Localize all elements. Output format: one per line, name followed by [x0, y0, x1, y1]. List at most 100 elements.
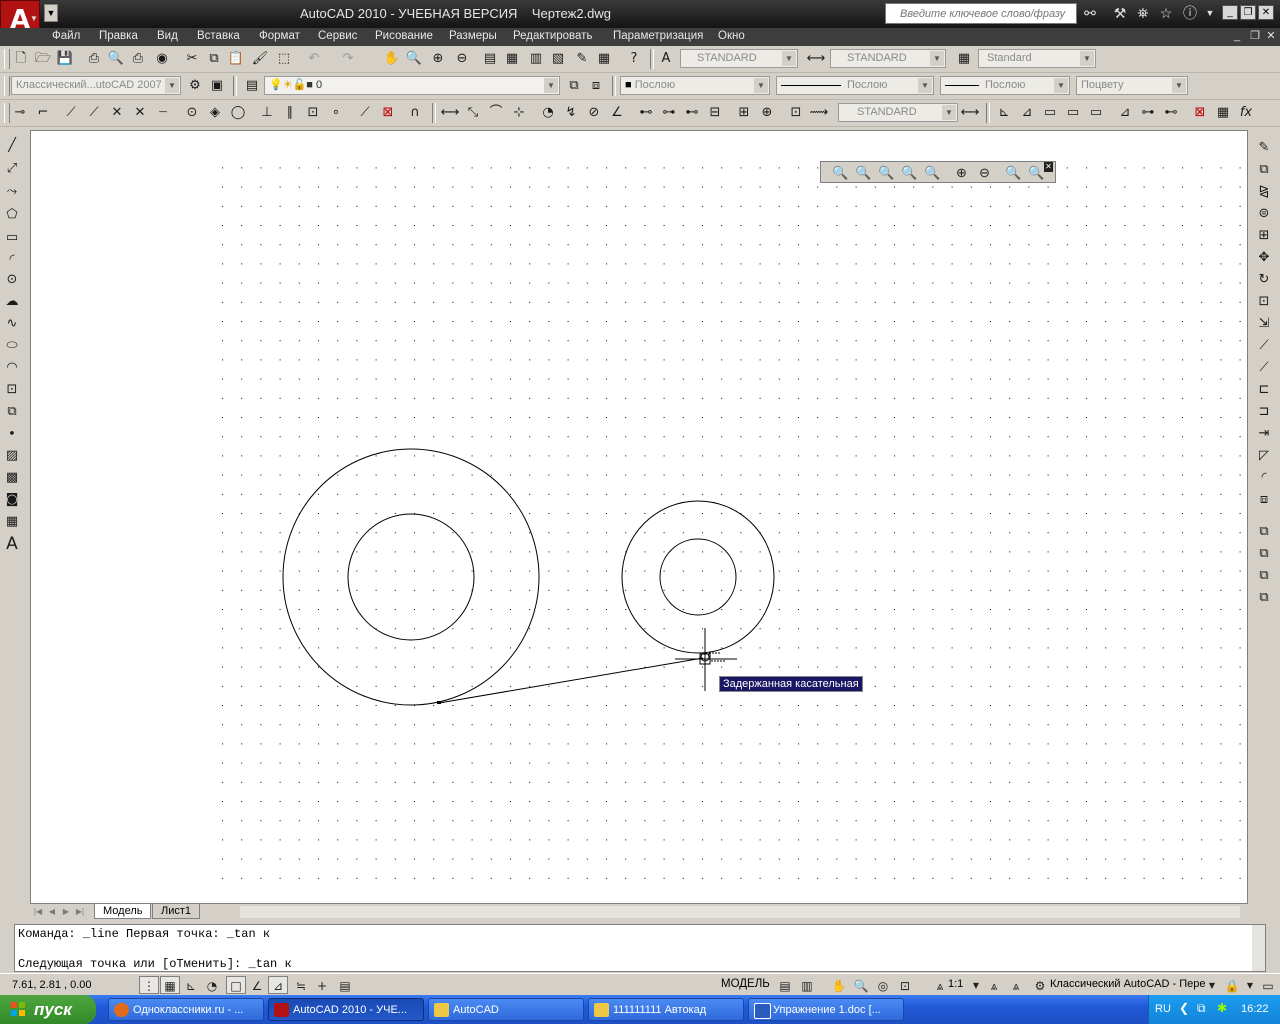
start-button[interactable]: пуск [0, 995, 96, 1024]
rotate-icon[interactable]: ↻ [1254, 270, 1274, 290]
copy-object-icon[interactable]: ⧉ [1254, 160, 1274, 180]
snap-apparent-intersection-icon[interactable]: ✕ [130, 103, 150, 123]
horizontal-scrollbar[interactable] [240, 906, 1240, 918]
redo-icon[interactable]: ↷ [338, 49, 358, 69]
snap-from-icon[interactable]: ⌐ [33, 103, 53, 123]
menu-format[interactable]: Формат [259, 30, 300, 42]
linetype-select[interactable]: Послою ▼ [776, 76, 934, 95]
drawing-close-button[interactable]: ✕ [1264, 30, 1278, 43]
close-icon[interactable]: ✕ [1044, 162, 1053, 172]
annotation-scale-icon[interactable]: ⩓ [930, 976, 950, 994]
new-file-icon[interactable]: 🗋 [11, 49, 31, 69]
zoom-in-icon[interactable]: ⊕ [952, 163, 971, 182]
command-line[interactable]: Команда: _line Первая точка: _tan к След… [14, 924, 1266, 972]
open-file-icon[interactable]: 🗁 [33, 49, 53, 69]
command-prompt[interactable]: Следующая точка или [оТменить]: _tan к [18, 957, 292, 971]
inspection-icon[interactable]: ⊡ [786, 103, 806, 123]
chevron-down-icon[interactable]: ▼ [30, 14, 38, 23]
menu-draw[interactable]: Рисование [375, 30, 433, 42]
mirror-icon[interactable]: ⧎ [1254, 182, 1274, 202]
next-tab-icon[interactable]: ▶ [60, 905, 72, 918]
pan-icon[interactable]: ✋ [829, 976, 849, 994]
zoom-window-icon[interactable]: ⊕ [428, 49, 448, 69]
dynamic-input-icon[interactable]: ≒ [291, 976, 311, 994]
radius-dimension-icon[interactable]: ◔ [538, 103, 558, 123]
angular-dimension-icon[interactable]: ∠ [607, 103, 627, 123]
show-constraints-icon[interactable]: ▭ [1040, 103, 1060, 123]
search-field[interactable] [885, 3, 1082, 24]
annotation-visibility-icon[interactable]: ⩓ [984, 976, 1004, 994]
zoom-all-icon[interactable]: 🔍 [1004, 163, 1023, 182]
tool-palettes-icon[interactable]: ▥ [526, 49, 546, 69]
search-input[interactable] [898, 4, 1082, 23]
break-icon[interactable]: ⊐ [1254, 402, 1274, 422]
quick-view-layouts-icon[interactable]: ▤ [775, 976, 795, 994]
snap-insert-icon[interactable]: ⊡ [303, 103, 323, 123]
linear-constraint-icon[interactable]: ⊶ [1138, 103, 1158, 123]
workspace-select[interactable]: Классический...utoCAD 2007 ▼ [11, 76, 181, 95]
trim-icon[interactable]: ⟋ [1254, 336, 1274, 356]
model-space[interactable] [31, 131, 1247, 903]
zoom-realtime-icon[interactable]: 🔍 [404, 49, 424, 69]
snap-none-icon[interactable]: ⊠ [378, 103, 398, 123]
aligned-dimension-icon[interactable]: ⤡ [463, 103, 483, 123]
dimension-space-icon[interactable]: ⊟ [705, 103, 725, 123]
polar-tracking-icon[interactable]: ◔ [202, 976, 222, 994]
center-mark-icon[interactable]: ⊕ [757, 103, 777, 123]
sheet-set-icon[interactable]: ▧ [548, 49, 568, 69]
baseline-dimension-icon[interactable]: ⊶ [659, 103, 679, 123]
drawing-restore-button[interactable]: ❐ [1248, 30, 1262, 43]
favorites-star-icon[interactable]: ☆ [1156, 4, 1176, 23]
zoom-previous-icon[interactable]: ⊖ [452, 49, 472, 69]
snap-mode-icon[interactable]: ⋮ [139, 976, 159, 994]
snap-perpendicular-icon[interactable]: ⊥ [257, 103, 277, 123]
arc-icon[interactable]: ◜ [2, 250, 22, 270]
taskbar-item-word[interactable]: Упражнение 1.doc [... [748, 998, 904, 1021]
toolbar-lock-icon[interactable]: 🔒 [1222, 976, 1242, 994]
dim-style-select-2[interactable]: STANDARD ▼ [838, 103, 958, 122]
taskbar-item-folder-avtokad[interactable]: 111111111 Автокад [588, 998, 744, 1021]
communication-center-icon[interactable]: ⚒ [1110, 4, 1130, 23]
zoom-scale-icon[interactable]: 🔍 [877, 163, 896, 182]
menu-parametric[interactable]: Параметризация [613, 30, 703, 42]
osnap-settings-icon[interactable]: ∩ [405, 103, 425, 123]
stretch-icon[interactable]: ⇲ [1254, 314, 1274, 334]
object-snap-tracking-icon[interactable]: ∠ [247, 976, 267, 994]
tab-model[interactable]: Модель [94, 904, 152, 919]
menu-edit[interactable]: Правка [99, 30, 138, 42]
publish-icon[interactable]: ⎙ [128, 49, 148, 69]
zoom-center-icon[interactable]: 🔍 [900, 163, 919, 182]
erase-icon[interactable]: ✎ [1254, 138, 1274, 158]
region-icon[interactable]: ◙ [2, 490, 22, 510]
diameter-dimension-icon[interactable]: ⊘ [584, 103, 604, 123]
tab-sheet1[interactable]: Лист1 [152, 904, 201, 919]
quick-properties-icon[interactable]: ▤ [335, 976, 355, 994]
toolbar-grip[interactable] [4, 49, 10, 69]
menu-tools[interactable]: Сервис [318, 30, 357, 42]
minimize-button[interactable]: _ [1222, 5, 1238, 20]
bring-above-icon[interactable]: ⧉ [1254, 566, 1274, 586]
taskbar-item-autocad[interactable]: AutoCAD 2010 - УЧЕ... [268, 998, 424, 1021]
network-icon[interactable]: ⧉ [1197, 1001, 1206, 1016]
model-space-toggle[interactable]: МОДЕЛЬ [721, 978, 770, 990]
quick-access-menu-button[interactable]: ▼ [44, 4, 58, 22]
my-workspace-icon[interactable]: ▣ [207, 76, 227, 96]
language-indicator[interactable]: RU [1155, 1003, 1171, 1015]
send-under-icon[interactable]: ⧉ [1254, 588, 1274, 608]
paste-icon[interactable]: 📋 [226, 49, 246, 69]
lineweight-select[interactable]: Послою ▼ [940, 76, 1070, 95]
snap-intersection-icon[interactable]: ✕ [107, 103, 127, 123]
insert-block-icon[interactable]: ⊡ [2, 380, 22, 400]
move-icon[interactable]: ✥ [1254, 248, 1274, 268]
help-icon[interactable]: ⓘ [1180, 4, 1200, 23]
polygon-icon[interactable]: ⬠ [2, 205, 22, 225]
text-style-icon[interactable]: A [656, 49, 676, 69]
break-at-point-icon[interactable]: ⊏ [1254, 380, 1274, 400]
copy-icon[interactable]: ⧉ [204, 49, 224, 69]
taskbar-item-browser[interactable]: Одноклассники.ru - ... [108, 998, 264, 1021]
multiline-text-icon[interactable]: A [2, 534, 22, 554]
hatch-icon[interactable]: ▨ [2, 446, 22, 466]
jogged-dimension-icon[interactable]: ↯ [561, 103, 581, 123]
clean-screen-icon[interactable]: ▭ [1258, 976, 1278, 994]
tolerance-icon[interactable]: ⊞ [734, 103, 754, 123]
